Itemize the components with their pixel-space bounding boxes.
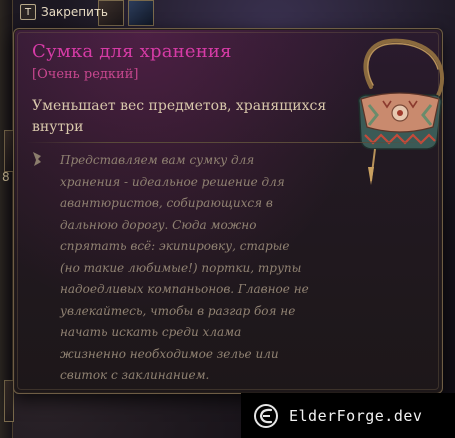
item-effect: Уменьшает вес предметов, хранящихся внут… bbox=[32, 98, 327, 135]
item-name: Сумка для хранения bbox=[32, 41, 232, 62]
item-rarity: [Очень редкий] bbox=[32, 67, 139, 82]
pin-hotkey: T bbox=[20, 4, 36, 20]
pin-tooltip-control[interactable]: T Закрепить bbox=[20, 4, 108, 20]
item-tooltip: Сумка для хранения [Очень редкий] Уменьш… bbox=[13, 28, 444, 394]
side-counter: 8 bbox=[2, 170, 10, 184]
pin-label: Закрепить bbox=[41, 5, 109, 19]
hotbar-slot-icon[interactable] bbox=[128, 0, 154, 26]
left-hud-strip bbox=[0, 0, 13, 438]
watermark: ElderForge.dev bbox=[241, 393, 455, 438]
quill-icon bbox=[31, 151, 43, 167]
item-lore-text: Представляем вам сумку для хранения - ид… bbox=[60, 153, 309, 382]
bag-of-holding-icon bbox=[349, 35, 453, 187]
watermark-text: ElderForge.dev bbox=[289, 406, 423, 425]
elderforge-logo-icon bbox=[254, 403, 278, 428]
section-divider bbox=[26, 142, 430, 143]
